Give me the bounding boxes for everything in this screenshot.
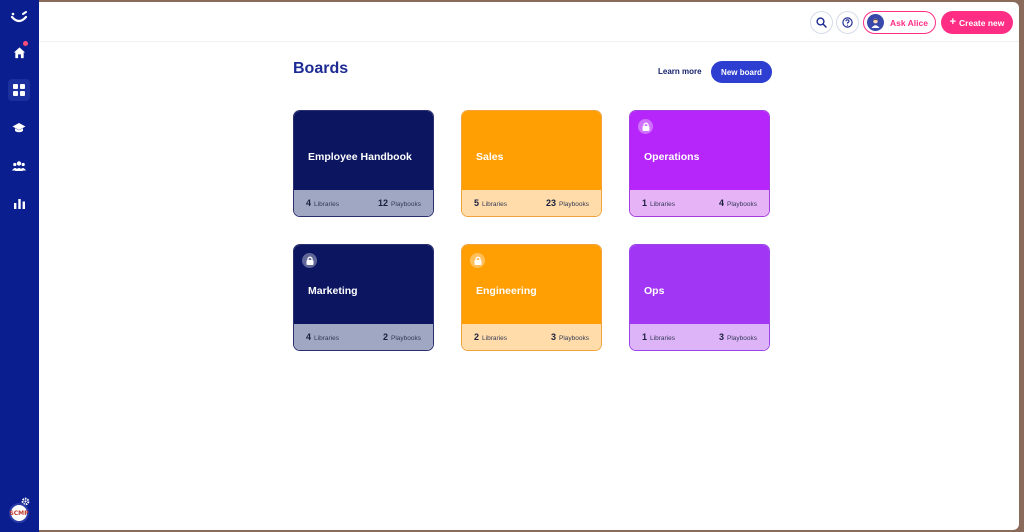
playbooks-label: Playbooks xyxy=(391,201,421,208)
page-title: Boards xyxy=(293,60,349,77)
board-card-operations[interactable]: Operations 1 Libraries 4 Playbooks xyxy=(629,110,770,217)
libraries-count: 1 xyxy=(642,198,648,208)
libraries-label: Libraries xyxy=(482,201,507,208)
libraries-count: 4 xyxy=(306,198,312,208)
lock-icon xyxy=(638,119,653,134)
graduation-cap-icon xyxy=(12,123,26,133)
playbooks-count: 23 xyxy=(545,198,556,208)
card-stats: 1 Libraries 4 Playbooks xyxy=(630,190,769,216)
playbooks-label: Playbooks xyxy=(391,335,421,342)
card-stats: 1 Libraries 3 Playbooks xyxy=(630,324,769,350)
card-stats: 4 Libraries 12 Playbooks xyxy=(294,190,433,216)
libraries-count: 4 xyxy=(306,332,312,342)
libraries-count: 5 xyxy=(474,198,480,208)
app-logo[interactable] xyxy=(8,8,30,30)
libraries-count: 1 xyxy=(642,332,648,342)
logo-icon xyxy=(10,11,28,23)
libraries-label: Libraries xyxy=(314,335,339,342)
ask-alice-label: Ask Alice xyxy=(890,17,928,28)
playbooks-label: Playbooks xyxy=(559,201,589,208)
board-card-ops[interactable]: Ops 1 Libraries 3 Playbooks xyxy=(629,244,770,351)
board-card-sales[interactable]: Sales 5 Libraries 23 Playbooks xyxy=(461,110,602,217)
card-header: Sales xyxy=(462,111,601,191)
lock-icon xyxy=(470,253,485,268)
help-icon xyxy=(842,17,853,28)
avatar[interactable]: SCMP xyxy=(9,503,29,523)
users-icon xyxy=(12,161,26,171)
create-new-label: Create new xyxy=(959,17,1005,28)
top-bar: Ask Alice + Create new xyxy=(39,2,1019,42)
playbooks-count: 3 xyxy=(718,332,724,342)
sidebar-item-team[interactable] xyxy=(8,155,30,177)
board-title: Marketing xyxy=(308,285,358,297)
libraries-label: Libraries xyxy=(482,335,507,342)
main-panel: Ask Alice + Create new Boards Learn more… xyxy=(39,2,1019,530)
sidebar-item-analytics[interactable] xyxy=(8,192,30,214)
help-button[interactable] xyxy=(836,11,859,34)
bar-chart-icon xyxy=(13,198,25,209)
card-header: Operations xyxy=(630,111,769,191)
card-header: Engineering xyxy=(462,245,601,325)
libraries-label: Libraries xyxy=(650,201,675,208)
playbooks-count: 4 xyxy=(718,198,724,208)
grid-icon xyxy=(13,84,25,96)
alice-avatar-icon xyxy=(867,14,884,31)
sidebar-item-boards[interactable] xyxy=(8,79,30,101)
card-stats: 5 Libraries 23 Playbooks xyxy=(462,190,601,216)
board-title: Ops xyxy=(644,285,665,297)
card-header: Marketing xyxy=(294,245,433,325)
new-board-button[interactable]: New board xyxy=(711,61,772,83)
playbooks-label: Playbooks xyxy=(727,335,757,342)
learn-more-link[interactable]: Learn more xyxy=(658,67,702,76)
board-title: Operations xyxy=(644,151,700,163)
home-icon xyxy=(13,46,25,58)
ask-alice-button[interactable]: Ask Alice xyxy=(863,11,936,34)
avatar-text: SCMP xyxy=(9,509,29,517)
card-stats: 4 Libraries 2 Playbooks xyxy=(294,324,433,350)
sidebar-item-home[interactable] xyxy=(8,41,30,63)
playbooks-label: Playbooks xyxy=(559,335,589,342)
sidebar: SCMP xyxy=(0,0,39,532)
search-icon xyxy=(816,17,827,28)
libraries-label: Libraries xyxy=(314,201,339,208)
board-card-employee-handbook[interactable]: Employee Handbook 4 Libraries 12 Playbooks xyxy=(293,110,434,217)
playbooks-count: 2 xyxy=(382,332,388,342)
card-header: Employee Handbook xyxy=(294,111,433,191)
libraries-count: 2 xyxy=(474,332,480,342)
card-header: Ops xyxy=(630,245,769,325)
board-title: Engineering xyxy=(476,285,537,297)
sidebar-item-learning[interactable] xyxy=(8,117,30,139)
card-stats: 2 Libraries 3 Playbooks xyxy=(462,324,601,350)
playbooks-label: Playbooks xyxy=(727,201,757,208)
board-card-marketing[interactable]: Marketing 4 Libraries 2 Playbooks xyxy=(293,244,434,351)
lock-icon xyxy=(302,253,317,268)
create-new-button[interactable]: + Create new xyxy=(941,11,1013,34)
board-card-engineering[interactable]: Engineering 2 Libraries 3 Playbooks xyxy=(461,244,602,351)
board-title: Sales xyxy=(476,151,504,163)
notification-dot xyxy=(23,41,28,46)
playbooks-count: 12 xyxy=(377,198,388,208)
plus-icon: + xyxy=(949,16,957,28)
libraries-label: Libraries xyxy=(650,335,675,342)
playbooks-count: 3 xyxy=(550,332,556,342)
board-title: Employee Handbook xyxy=(308,151,412,163)
search-button[interactable] xyxy=(810,11,833,34)
